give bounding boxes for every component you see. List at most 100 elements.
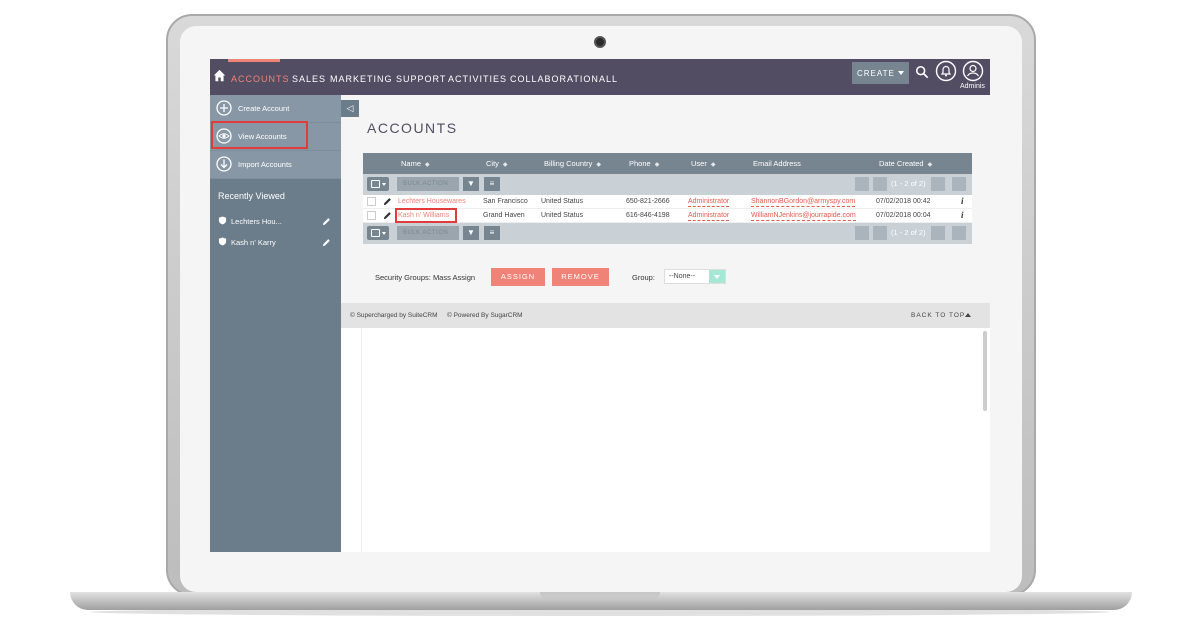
shield-icon bbox=[218, 237, 227, 246]
edit-pencil-icon[interactable] bbox=[322, 238, 331, 247]
chevron-down-icon bbox=[709, 270, 725, 283]
home-icon[interactable] bbox=[213, 69, 226, 82]
top-navigation: ACCOUNTS SALES MARKETING SUPPORT ACTIVIT… bbox=[210, 59, 990, 95]
create-button[interactable]: CREATE bbox=[852, 62, 909, 84]
recently-viewed-title: Recently Viewed bbox=[218, 191, 285, 201]
filter-icon[interactable]: ▼ bbox=[463, 226, 479, 240]
sort-icon: ◆ bbox=[710, 162, 716, 168]
nav-sales[interactable]: SALES bbox=[292, 74, 326, 84]
pagination-next-button[interactable] bbox=[931, 177, 945, 191]
view-accounts-highlight bbox=[211, 121, 308, 149]
nav-active-indicator bbox=[228, 59, 280, 62]
edit-pencil-icon[interactable] bbox=[383, 197, 392, 206]
scrollbar[interactable] bbox=[983, 331, 987, 411]
user-name[interactable]: Adminis bbox=[960, 83, 985, 90]
column-header-phone[interactable]: Phone ◆ bbox=[629, 159, 659, 168]
bulk-action-button[interactable]: BULK ACTION bbox=[397, 226, 459, 240]
edit-pencil-icon[interactable] bbox=[322, 217, 331, 226]
row-checkbox[interactable] bbox=[367, 197, 376, 206]
info-icon[interactable]: i bbox=[961, 210, 964, 220]
cell-email-link[interactable]: ShannonBGordon@armyspy.com bbox=[751, 198, 856, 207]
cell-phone: 650-821-2666 bbox=[626, 198, 670, 205]
group-select[interactable]: --None-- bbox=[664, 269, 726, 284]
mass-assign-label: Security Groups: Mass Assign bbox=[375, 273, 476, 282]
cell-user-link[interactable]: Administrator bbox=[688, 212, 730, 221]
sort-icon: ◆ bbox=[502, 162, 508, 168]
pagination-first-button[interactable] bbox=[855, 226, 869, 240]
caret-up-icon bbox=[965, 313, 971, 317]
sort-icon: ◆ bbox=[425, 162, 430, 168]
search-icon[interactable] bbox=[915, 65, 929, 79]
nav-marketing[interactable]: MARKETING bbox=[330, 74, 393, 84]
chevron-down-icon bbox=[382, 183, 386, 186]
column-header-email[interactable]: Email Address bbox=[753, 159, 801, 168]
footer: © Supercharged by SuiteCRM © Powered By … bbox=[341, 303, 990, 328]
pagination-first-button[interactable] bbox=[855, 177, 869, 191]
column-header-name[interactable]: Name ◆ bbox=[401, 159, 430, 168]
pagination-prev-button[interactable] bbox=[873, 177, 887, 191]
group-select-value: --None-- bbox=[669, 273, 696, 280]
edit-pencil-icon[interactable] bbox=[383, 211, 392, 220]
nav-all[interactable]: ALL bbox=[599, 74, 618, 84]
cell-city: Grand Haven bbox=[483, 212, 525, 219]
remove-button[interactable]: REMOVE bbox=[552, 268, 609, 286]
group-label: Group: bbox=[632, 273, 655, 282]
page-title: ACCOUNTS bbox=[367, 120, 458, 136]
account-name-link[interactable]: Lechters Housewares bbox=[398, 198, 466, 205]
cell-country: United Status bbox=[541, 212, 584, 219]
sort-icon: ◆ bbox=[654, 162, 660, 168]
column-chooser-icon[interactable]: ≡ bbox=[484, 177, 500, 191]
table-row: Lechters Housewares San Francisco United… bbox=[363, 195, 972, 209]
main-content: ACCOUNTS Name ◆ City ◆ Billing Country ◆ Ph… bbox=[341, 95, 990, 303]
notification-bell-icon[interactable] bbox=[935, 60, 957, 82]
filter-icon[interactable]: ▼ bbox=[463, 177, 479, 191]
nav-support[interactable]: SUPPORT bbox=[396, 74, 446, 84]
cell-city: San Francisco bbox=[483, 198, 528, 205]
download-circle-icon bbox=[216, 156, 232, 172]
laptop-notch bbox=[540, 592, 660, 599]
info-icon[interactable]: i bbox=[961, 196, 964, 206]
recent-item-lechters[interactable]: Lechters Hou... bbox=[218, 216, 282, 226]
pagination-next-button[interactable] bbox=[931, 226, 945, 240]
chevron-down-icon bbox=[898, 71, 904, 75]
cell-phone: 616-846-4198 bbox=[626, 212, 670, 219]
shield-icon bbox=[218, 216, 227, 225]
back-to-top-link[interactable]: BACK TO TOP bbox=[911, 312, 965, 319]
column-header-city[interactable]: City ◆ bbox=[486, 159, 508, 168]
sidebar-import-accounts[interactable]: Import Accounts bbox=[210, 151, 341, 179]
sidebar-action-label: Create Account bbox=[238, 104, 290, 113]
accounts-table: Name ◆ City ◆ Billing Country ◆ Phone ◆ User… bbox=[363, 153, 972, 244]
footer-supercharged-link[interactable]: © Supercharged by SuiteCRM bbox=[350, 312, 438, 319]
chevron-down-icon bbox=[382, 232, 386, 235]
nav-activities[interactable]: ACTIVITIES bbox=[448, 74, 507, 84]
sort-icon: ◆ bbox=[927, 162, 933, 168]
select-all-checkbox[interactable] bbox=[367, 226, 389, 240]
pagination-prev-button[interactable] bbox=[873, 226, 887, 240]
pagination-count: (1 - 2 of 2) bbox=[891, 179, 926, 188]
sidebar: Create Account View Accounts Import Acco… bbox=[210, 95, 341, 552]
row-checkbox[interactable] bbox=[367, 211, 376, 220]
cell-user-link[interactable]: Administrator bbox=[688, 198, 730, 207]
column-header-billing-country[interactable]: Billing Country ◆ bbox=[544, 159, 601, 168]
nav-collaboration[interactable]: COLLABORATION bbox=[510, 74, 599, 84]
recent-item-label: Lechters Hou... bbox=[231, 217, 282, 226]
table-toolbar-bottom: BULK ACTION ▼ ≡ (1 - 2 of 2) bbox=[363, 223, 972, 244]
column-chooser-icon[interactable]: ≡ bbox=[484, 226, 500, 240]
pagination-last-button[interactable] bbox=[952, 226, 966, 240]
nav-accounts[interactable]: ACCOUNTS bbox=[231, 74, 290, 84]
column-header-user[interactable]: User ◆ bbox=[691, 159, 715, 168]
footer-powered-link[interactable]: © Powered By SugarCRM bbox=[447, 312, 523, 319]
user-avatar-icon[interactable] bbox=[962, 60, 984, 82]
select-all-checkbox[interactable] bbox=[367, 177, 389, 191]
sidebar-action-label: Import Accounts bbox=[238, 160, 292, 169]
pagination-last-button[interactable] bbox=[952, 177, 966, 191]
cell-email-link[interactable]: WilliamNJenkins@jourrapide.com bbox=[751, 212, 856, 221]
recent-item-kash[interactable]: Kash n' Karry bbox=[218, 237, 276, 247]
bulk-action-button[interactable]: BULK ACTION bbox=[397, 177, 459, 191]
column-header-date-created[interactable]: Date Created ◆ bbox=[879, 159, 932, 168]
sidebar-create-account[interactable]: Create Account bbox=[210, 95, 341, 123]
assign-button[interactable]: ASSIGN bbox=[491, 268, 545, 286]
sidebar-collapse-button[interactable]: ◁ bbox=[341, 100, 359, 117]
pagination-count: (1 - 2 of 2) bbox=[891, 228, 926, 237]
table-row: Kash n' Williams Grand Haven United Stat… bbox=[363, 208, 972, 223]
